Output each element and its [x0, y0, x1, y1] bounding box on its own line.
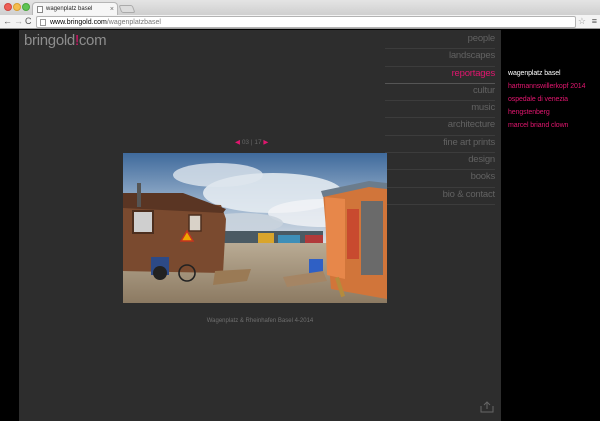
nav-item-landscapes[interactable]: landscapes	[385, 49, 495, 67]
browser-menu-icon[interactable]: ≡	[592, 16, 597, 27]
pager-current: 03	[241, 139, 250, 146]
window-maximize-button[interactable]	[22, 3, 30, 11]
image-pager: ◀ 03 | 17 ▶	[235, 138, 268, 146]
submenu-item-wagenplatz-basel[interactable]: wagenplatz basel	[508, 70, 561, 77]
tab-strip: wagenplatz basel ×	[0, 0, 600, 15]
share-icon[interactable]	[479, 401, 495, 413]
pager-total: 17	[254, 139, 262, 146]
nav-item-architecture[interactable]: architecture	[385, 118, 495, 136]
url-path: /wagenplatzbasel	[106, 18, 161, 26]
submenu-item-marcel-briand-clown[interactable]: marcel briand clown	[508, 122, 568, 129]
site-logo[interactable]: bringold!com	[24, 32, 107, 49]
nav-item-music[interactable]: music	[385, 101, 495, 119]
next-arrow-icon[interactable]: ▶	[263, 139, 268, 146]
main-nav: people landscapes reportages cultur musi…	[385, 32, 495, 205]
forward-icon[interactable]: →	[14, 16, 23, 27]
gallery-photo[interactable]	[123, 153, 387, 303]
submenu-item-ospedale-di-venezia[interactable]: ospedale di venezia	[508, 96, 568, 103]
web-page: bringold!com people landscapes reportage…	[0, 30, 600, 421]
submenu-item-hartmannswillerkopf[interactable]: hartmannswillerkopf 2014	[508, 83, 585, 90]
window-close-button[interactable]	[4, 3, 12, 11]
page-left-margin	[0, 30, 19, 421]
nav-item-reportages[interactable]: reportages	[385, 67, 495, 84]
prev-arrow-icon[interactable]: ◀	[235, 139, 240, 146]
logo-text: bringold	[24, 32, 75, 49]
tab-close-icon[interactable]: ×	[110, 6, 114, 13]
address-bar[interactable]: www.bringold.com /wagenplatzbasel	[36, 16, 576, 28]
back-icon[interactable]: ←	[3, 16, 12, 27]
new-tab-button[interactable]	[118, 5, 136, 13]
nav-item-cultur[interactable]: cultur	[385, 84, 495, 102]
page-icon	[37, 5, 43, 13]
reload-icon[interactable]: C	[25, 16, 32, 27]
photo-caption: Wagenplatz & Rheinhafen Basel 4-2014	[206, 318, 314, 324]
logo-suffix: com	[78, 32, 107, 49]
url-host: www.bringold.com	[50, 18, 107, 26]
page-icon	[40, 18, 46, 26]
nav-item-bio-contact[interactable]: bio & contact	[385, 188, 495, 205]
nav-item-fine-art-prints[interactable]: fine art prints	[385, 136, 495, 154]
nav-item-design[interactable]: design	[385, 153, 495, 171]
pager-separator: |	[250, 139, 253, 146]
main-content: bringold!com people landscapes reportage…	[19, 30, 501, 421]
window-minimize-button[interactable]	[13, 3, 21, 11]
browser-toolbar: ← → C www.bringold.com /wagenplatzbasel …	[0, 15, 600, 29]
bookmark-star-icon[interactable]: ☆	[578, 16, 586, 27]
nav-item-books[interactable]: books	[385, 170, 495, 188]
sub-menu: wagenplatz basel hartmannswillerkopf 201…	[501, 30, 600, 421]
submenu-item-hengstenberg[interactable]: hengstenberg	[508, 109, 550, 116]
nav-item-people[interactable]: people	[385, 32, 495, 50]
tab-title: wagenplatz basel	[46, 6, 93, 12]
browser-tab[interactable]: wagenplatz basel ×	[32, 2, 118, 15]
